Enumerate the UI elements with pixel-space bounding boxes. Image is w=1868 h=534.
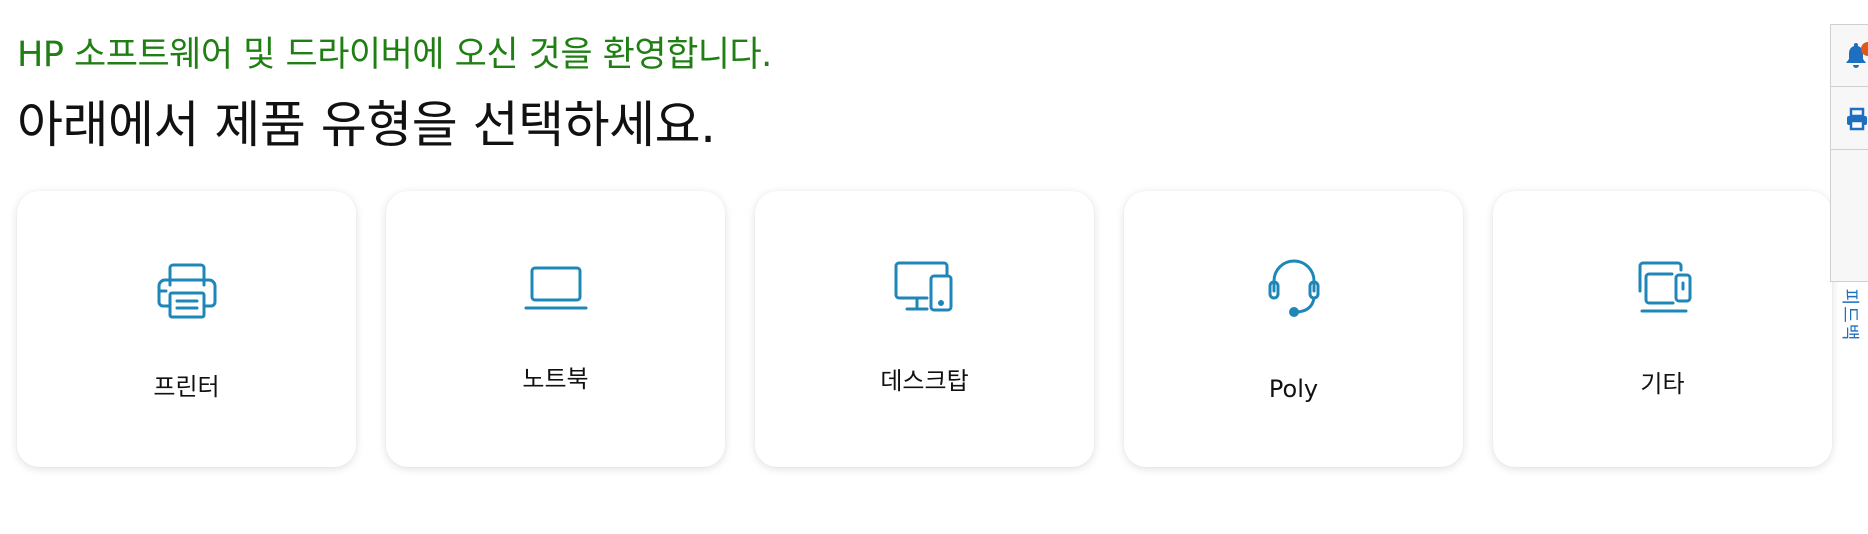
product-card-label: 노트북 (522, 365, 589, 393)
product-card-poly[interactable]: Poly (1124, 191, 1463, 467)
headset-icon (1259, 253, 1329, 323)
print-icon (1847, 107, 1867, 131)
feedback-tab[interactable]: 피드백 (1831, 150, 1868, 342)
product-card-label: Poly (1268, 375, 1319, 403)
product-card-laptop[interactable]: 노트북 (386, 191, 725, 467)
product-card-label: 프린터 (153, 373, 220, 401)
page-title: 아래에서 제품 유형을 선택하세요. (17, 96, 716, 154)
side-toolbar: 피드백 (1830, 24, 1868, 342)
laptop-icon (521, 253, 591, 323)
printer-icon (152, 255, 222, 325)
product-card-desktop[interactable]: 데스크탑 (755, 191, 1094, 467)
print-button[interactable] (1831, 87, 1868, 150)
desktop-icon (890, 253, 960, 323)
product-card-label: 데스크탑 (880, 367, 969, 395)
product-card-printer[interactable]: 프린터 (17, 191, 356, 467)
devices-icon (1628, 253, 1698, 323)
notifications-button[interactable] (1831, 25, 1868, 87)
product-card-other[interactable]: 기타 (1493, 191, 1832, 467)
product-card-label: 기타 (1640, 370, 1685, 398)
notification-badge (1861, 42, 1868, 56)
feedback-label: 피드백 (1839, 288, 1860, 342)
welcome-text: HP 소프트웨어 및 드라이버에 오신 것을 환영합니다. (17, 35, 772, 75)
product-type-list: 프린터 노트북 데스크탑 Poly 기타 (17, 191, 1832, 467)
